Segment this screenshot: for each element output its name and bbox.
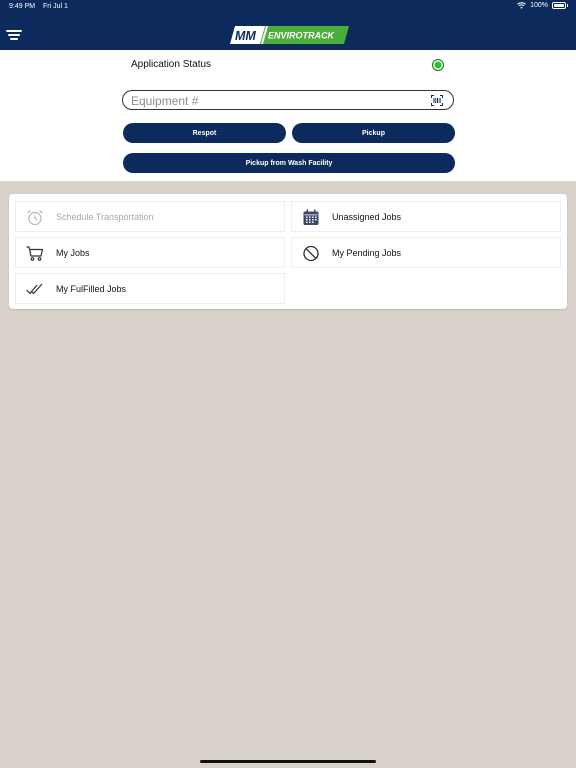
equipment-field[interactable] [122, 90, 454, 110]
menu-item-label: My FulFilled Jobs [56, 284, 127, 294]
cart-icon [26, 246, 44, 261]
menu-item-unassigned-jobs[interactable]: Unassigned Jobs [291, 201, 561, 232]
menu-item-my-fulfilled-jobs[interactable]: My FulFilled Jobs [15, 273, 285, 304]
application-status-indicator [432, 59, 444, 71]
menu-item-schedule-transportation[interactable]: Schedule Transportation [15, 201, 285, 232]
status-indicators: 100% [517, 2, 568, 9]
top-bar: 9:49 PM Fri Jul 1 100% MM ENVIROTRACK [0, 0, 576, 50]
svg-text:ENVIROTRACK: ENVIROTRACK [268, 31, 336, 41]
blocked-icon [303, 245, 319, 262]
menu-item-label: Unassigned Jobs [332, 212, 402, 222]
respot-button[interactable]: Respot [123, 123, 286, 143]
application-status-label: Application Status [131, 59, 212, 70]
alarm-clock-icon [27, 210, 43, 226]
wifi-icon [517, 2, 526, 9]
equipment-input[interactable] [131, 93, 421, 108]
svg-text:MM: MM [235, 29, 256, 43]
status-time: 9:49 PM [9, 3, 36, 10]
status-date: Fri Jul 1 [43, 3, 68, 10]
menu-item-my-jobs[interactable]: My Jobs [15, 237, 285, 268]
filter-menu-icon[interactable] [6, 30, 22, 42]
menu-item-label: My Pending Jobs [332, 248, 402, 258]
battery-icon [552, 2, 566, 9]
menu-item-label: Schedule Transportation [56, 212, 154, 222]
calendar-icon [303, 209, 319, 225]
menu-item-label: My Jobs [56, 248, 90, 258]
pickup-button[interactable]: Pickup [292, 123, 455, 143]
battery-percent: 100% [530, 2, 548, 9]
home-indicator[interactable] [200, 760, 376, 763]
battery-tip [567, 4, 568, 7]
barcode-scan-icon[interactable] [431, 95, 443, 106]
menu-item-my-pending-jobs[interactable]: My Pending Jobs [291, 237, 561, 268]
envirotrack-logo: MM ENVIROTRACK [230, 26, 349, 44]
pickup-from-wash-facility-button[interactable]: Pickup from Wash Facility [123, 153, 455, 173]
double-check-icon [26, 283, 43, 295]
